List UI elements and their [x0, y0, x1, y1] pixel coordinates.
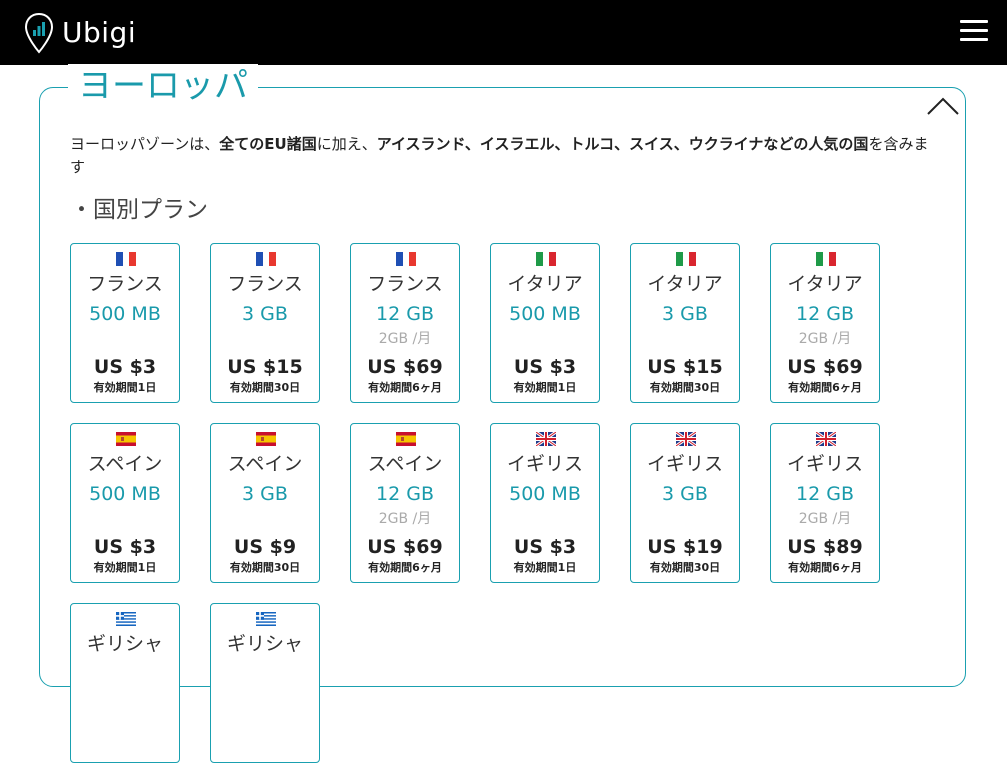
plan-data-amount: 3 GB — [242, 483, 288, 505]
logo-text: Ubigi — [62, 16, 137, 49]
italy-flag-icon — [816, 251, 836, 266]
ubigi-logo[interactable]: Ubigi — [24, 12, 136, 54]
plan-validity: 有効期間30日 — [649, 561, 721, 574]
plan-card[interactable]: イタリア 3 GB US $15 有効期間30日 — [630, 243, 740, 403]
france-flag-icon — [256, 251, 276, 266]
plan-country: スペイン — [227, 453, 303, 475]
spain-flag-icon — [396, 431, 416, 446]
plan-country: フランス — [87, 273, 163, 295]
plan-card[interactable]: ギリシャ — [210, 603, 320, 763]
plan-country: イギリス — [506, 453, 583, 475]
plan-country: ギリシャ — [226, 633, 303, 655]
plan-validity: 有効期間1日 — [93, 381, 157, 394]
location-pin-icon — [24, 12, 54, 54]
plan-data-amount: 12 GB — [796, 303, 854, 325]
zone-description: ヨーロッパゾーンは、全てのEU諸国に加え、アイスランド、イスラエル、トルコ、スイ… — [70, 133, 940, 179]
uk-flag-icon — [815, 430, 837, 448]
plan-data-amount: 12 GB — [376, 483, 434, 505]
plan-card[interactable]: イタリア 12 GB 2GB /月 US $69 有効期間6ヶ月 — [770, 243, 880, 403]
france-flag-icon — [396, 251, 416, 266]
plan-card[interactable]: イタリア 500 MB US $3 有効期間1日 — [490, 243, 600, 403]
plan-country: フランス — [227, 273, 303, 295]
plan-data-amount: 3 GB — [242, 303, 288, 325]
plan-validity: 有効期間30日 — [229, 561, 301, 574]
plan-card[interactable]: フランス 500 MB US $3 有効期間1日 — [70, 243, 180, 403]
plan-data-amount: 500 MB — [509, 303, 581, 325]
plan-price: US $15 — [227, 356, 303, 378]
plan-monthly-allowance: 2GB /月 — [798, 511, 852, 527]
plan-country: イギリス — [786, 453, 863, 475]
plan-price: US $3 — [513, 356, 577, 378]
plan-country: スペイン — [367, 453, 443, 475]
collapse-button[interactable] — [926, 95, 960, 117]
uk-flag-icon — [535, 430, 557, 448]
plan-validity: 有効期間30日 — [649, 381, 721, 394]
plan-price: US $15 — [647, 356, 723, 378]
plan-data-amount: 12 GB — [376, 303, 434, 325]
plan-data-amount: 3 GB — [662, 483, 708, 505]
menu-bar — [960, 29, 988, 32]
plan-data-amount: 500 MB — [89, 483, 161, 505]
plan-validity: 有効期間6ヶ月 — [788, 561, 862, 574]
intro-text-part: 全てのEU諸国 — [219, 135, 317, 153]
plan-country: イタリア — [647, 273, 723, 295]
uk-flag-icon — [675, 430, 697, 448]
plan-country: スペイン — [87, 453, 163, 475]
intro-text-part: に加え、 — [316, 135, 377, 153]
menu-bar — [960, 38, 988, 41]
plan-price: US $69 — [367, 536, 443, 558]
intro-text-part: アイスランド、イスラエル、トルコ、スイス、ウクライナなどの人気の国 — [376, 135, 869, 153]
plan-monthly-allowance: 2GB /月 — [378, 331, 432, 347]
plan-card[interactable]: ギリシャ — [70, 603, 180, 763]
plan-card[interactable]: スペイン 12 GB 2GB /月 US $69 有効期間6ヶ月 — [350, 423, 460, 583]
hamburger-menu-button[interactable] — [960, 20, 988, 44]
menu-bar — [960, 20, 988, 23]
plan-validity: 有効期間6ヶ月 — [368, 561, 442, 574]
plan-validity: 有効期間30日 — [229, 381, 301, 394]
plan-validity: 有効期間1日 — [93, 561, 157, 574]
chevron-up-icon — [927, 97, 959, 115]
plan-data-amount: 500 MB — [509, 483, 581, 505]
spain-flag-icon — [256, 431, 276, 446]
plan-price: US $3 — [93, 536, 157, 558]
plan-country: イギリス — [646, 453, 723, 475]
plan-card[interactable]: イギリス 500 MB US $3 有効期間1日 — [490, 423, 600, 583]
plan-monthly-allowance: 2GB /月 — [378, 511, 432, 527]
plan-card[interactable]: フランス 3 GB US $15 有効期間30日 — [210, 243, 320, 403]
italy-flag-icon — [676, 251, 696, 266]
intro-text-part: ヨーロッパゾーンは、 — [70, 135, 220, 153]
spain-flag-icon — [116, 431, 136, 446]
plan-validity: 有効期間6ヶ月 — [368, 381, 442, 394]
country-plans-heading: ・国別プラン — [70, 197, 208, 223]
plan-card[interactable]: イギリス 12 GB 2GB /月 US $89 有効期間6ヶ月 — [770, 423, 880, 583]
plan-country: イタリア — [507, 273, 583, 295]
plan-card[interactable]: イギリス 3 GB US $19 有効期間30日 — [630, 423, 740, 583]
plan-card[interactable]: フランス 12 GB 2GB /月 US $69 有効期間6ヶ月 — [350, 243, 460, 403]
plan-validity: 有効期間1日 — [513, 381, 577, 394]
plan-price: US $69 — [787, 356, 863, 378]
plan-country: フランス — [367, 273, 443, 295]
plan-price: US $3 — [93, 356, 157, 378]
plan-card[interactable]: スペイン 3 GB US $9 有効期間30日 — [210, 423, 320, 583]
italy-flag-icon — [536, 251, 556, 266]
france-flag-icon — [116, 251, 136, 266]
plan-price: US $9 — [233, 536, 297, 558]
plan-card[interactable]: スペイン 500 MB US $3 有効期間1日 — [70, 423, 180, 583]
plan-monthly-allowance: 2GB /月 — [798, 331, 852, 347]
plan-data-amount: 12 GB — [796, 483, 854, 505]
plan-data-amount: 3 GB — [662, 303, 708, 325]
plan-price: US $89 — [787, 536, 863, 558]
plan-price: US $19 — [647, 536, 723, 558]
plan-price: US $69 — [367, 356, 443, 378]
plan-country: イタリア — [787, 273, 863, 295]
greece-flag-icon — [116, 611, 136, 626]
plan-data-amount: 500 MB — [89, 303, 161, 325]
plan-validity: 有効期間6ヶ月 — [788, 381, 862, 394]
plan-country: ギリシャ — [86, 633, 163, 655]
plan-validity: 有効期間1日 — [513, 561, 577, 574]
top-bar: Ubigi — [0, 0, 1007, 65]
plan-price: US $3 — [513, 536, 577, 558]
greece-flag-icon — [256, 611, 276, 626]
section-title: ヨーロッパ — [68, 64, 258, 108]
